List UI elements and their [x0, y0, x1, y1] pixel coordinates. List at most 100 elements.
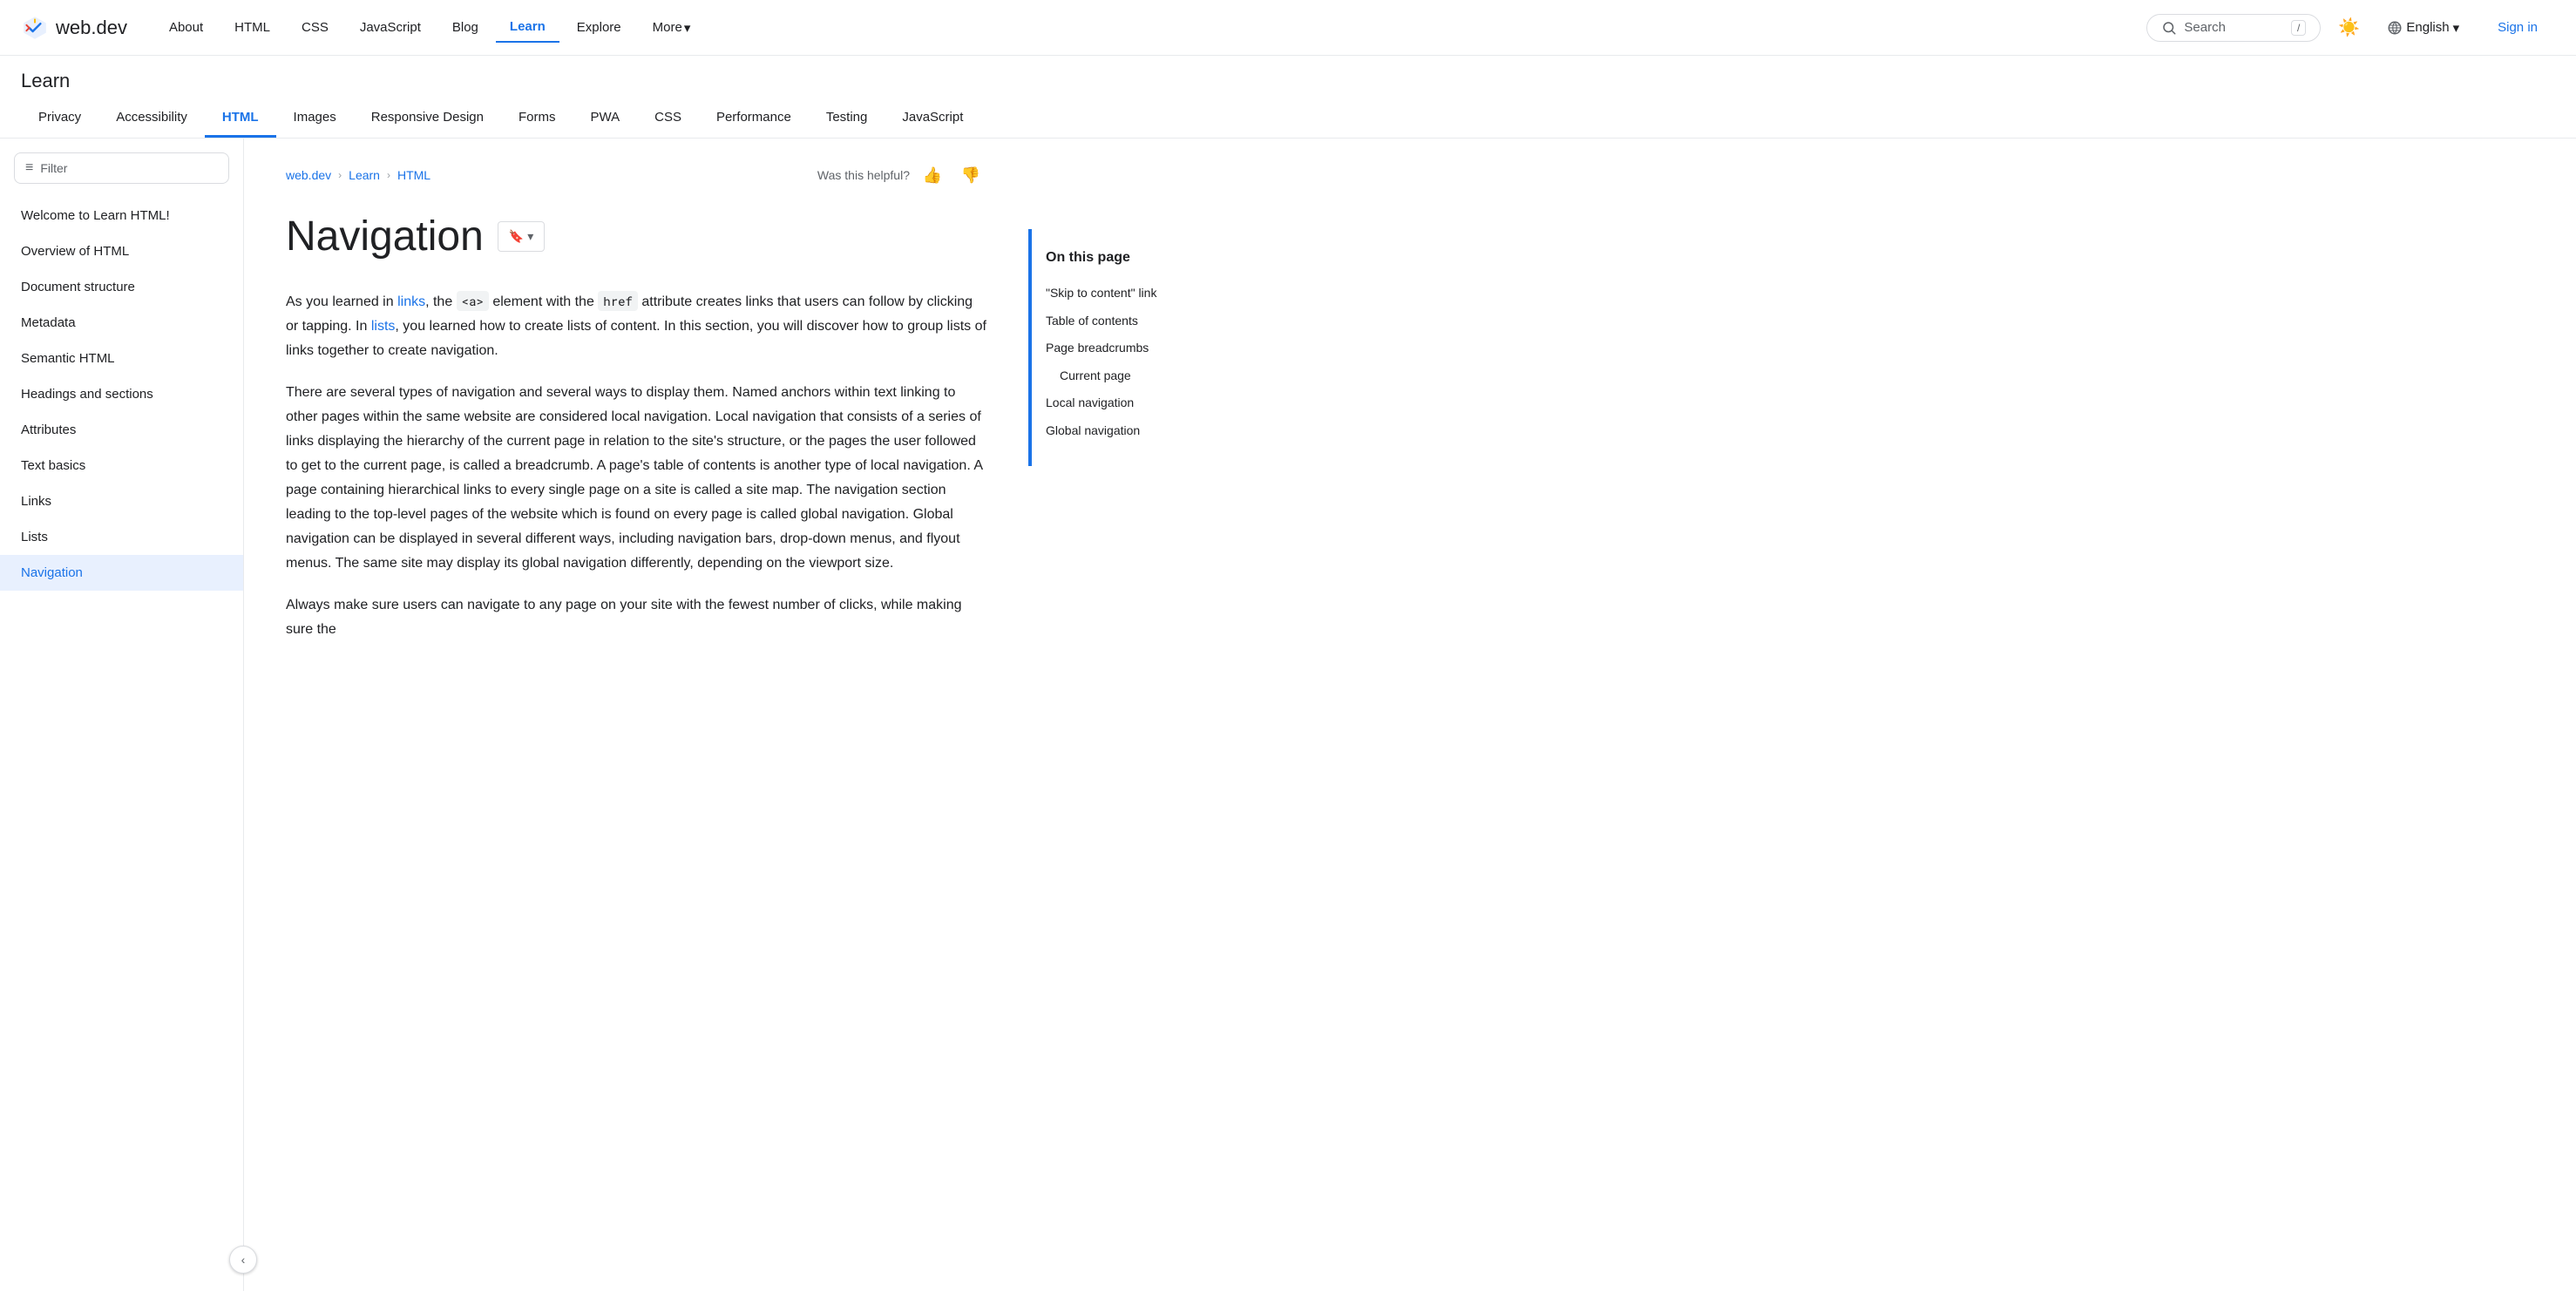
learn-tabs: Privacy Accessibility HTML Images Respon…	[21, 99, 2555, 138]
bookmark-dropdown-icon: ▾	[527, 229, 533, 244]
toc-item-page-breadcrumbs[interactable]: Page breadcrumbs	[1046, 335, 1241, 362]
top-navigation: web.dev About HTML CSS JavaScript Blog L…	[0, 0, 2576, 56]
nav-more[interactable]: More	[639, 13, 705, 43]
breadcrumb-webdev[interactable]: web.dev	[286, 168, 331, 182]
toc-item-local-navigation[interactable]: Local navigation	[1046, 389, 1241, 417]
links-link[interactable]: links	[397, 294, 425, 309]
toc-item-current-page[interactable]: Current page	[1046, 362, 1241, 390]
sidebar-item-navigation[interactable]: Navigation	[0, 555, 243, 591]
nav-explore[interactable]: Explore	[563, 13, 635, 42]
language-dropdown-icon	[2453, 20, 2460, 36]
filter-bar[interactable]: ≡ Filter	[14, 152, 229, 184]
logo-text: web.dev	[56, 17, 127, 39]
nav-links: About HTML CSS JavaScript Blog Learn Exp…	[155, 12, 2146, 43]
nav-learn[interactable]: Learn	[496, 12, 559, 43]
toc-item-table-of-contents[interactable]: Table of contents	[1046, 308, 1241, 335]
tab-images[interactable]: Images	[276, 99, 354, 138]
toc-link-skip-to-content[interactable]: "Skip to content" link	[1046, 286, 1156, 300]
content-area: web.dev › Learn › HTML Was this helpful?…	[244, 139, 1028, 1291]
nav-javascript[interactable]: JavaScript	[346, 13, 435, 42]
breadcrumb-actions: Was this helpful? 👍 👎	[817, 159, 986, 191]
bookmark-icon: 🔖	[509, 229, 524, 244]
breadcrumb-learn[interactable]: Learn	[349, 168, 380, 182]
article-paragraph-3: Always make sure users can navigate to a…	[286, 593, 986, 642]
toc-link-local-navigation[interactable]: Local navigation	[1046, 395, 1134, 409]
sidebar-item-lists[interactable]: Lists	[0, 519, 243, 555]
sidebar-list: Welcome to Learn HTML! Overview of HTML …	[0, 198, 243, 591]
globe-icon	[2387, 20, 2403, 36]
helpful-text: Was this helpful?	[817, 168, 910, 182]
a-tag-code: <a>	[457, 291, 489, 311]
main-layout: ≡ Filter Welcome to Learn HTML! Overview…	[0, 139, 2576, 1291]
on-this-page-panel: On this page "Skip to content" link Tabl…	[1028, 229, 1255, 466]
tab-forms[interactable]: Forms	[501, 99, 573, 138]
nav-right: Search / ☀️ English Sign in	[2146, 10, 2555, 45]
logo-link[interactable]: web.dev	[21, 14, 127, 42]
theme-toggle-button[interactable]: ☀️	[2331, 10, 2366, 45]
sidebar-item-attributes[interactable]: Attributes	[0, 412, 243, 448]
sidebar-item-overview[interactable]: Overview of HTML	[0, 233, 243, 269]
learn-title: Learn	[21, 56, 2555, 99]
on-this-page-title: On this page	[1046, 250, 1241, 266]
tab-testing[interactable]: Testing	[809, 99, 885, 138]
sidebar-collapse-button[interactable]: ‹	[229, 1246, 257, 1274]
learn-subnav: Learn Privacy Accessibility HTML Images …	[0, 56, 2576, 139]
language-button[interactable]: English	[2376, 15, 2470, 41]
logo-icon	[21, 14, 49, 42]
search-bar[interactable]: Search /	[2146, 14, 2321, 42]
breadcrumb-sep-2: ›	[387, 169, 390, 181]
page-title: Navigation	[286, 212, 484, 262]
sidebar-item-semantic-html[interactable]: Semantic HTML	[0, 341, 243, 376]
page-title-row: Navigation 🔖 ▾	[286, 212, 986, 262]
sidebar-item-text-basics[interactable]: Text basics	[0, 448, 243, 483]
nav-html[interactable]: HTML	[220, 13, 284, 42]
thumbs-down-button[interactable]: 👎	[955, 159, 986, 191]
sidebar-item-welcome[interactable]: Welcome to Learn HTML!	[0, 198, 243, 233]
thumbs-up-button[interactable]: 👍	[917, 159, 948, 191]
tab-pwa[interactable]: PWA	[573, 99, 637, 138]
toc-link-page-breadcrumbs[interactable]: Page breadcrumbs	[1046, 341, 1149, 355]
nav-css[interactable]: CSS	[288, 13, 342, 42]
breadcrumb-sep-1: ›	[338, 169, 342, 181]
toc-list: "Skip to content" link Table of contents…	[1046, 280, 1241, 445]
filter-icon: ≡	[25, 160, 33, 176]
nav-about[interactable]: About	[155, 13, 217, 42]
tab-privacy[interactable]: Privacy	[21, 99, 98, 138]
thumbs-up-icon: 👍	[923, 166, 942, 185]
sidebar: ≡ Filter Welcome to Learn HTML! Overview…	[0, 139, 244, 1291]
href-code: href	[598, 291, 638, 311]
right-panel-container: On this page "Skip to content" link Tabl…	[1028, 139, 1272, 1291]
toc-link-global-navigation[interactable]: Global navigation	[1046, 423, 1140, 437]
sun-icon: ☀️	[2338, 17, 2360, 38]
filter-placeholder: Filter	[40, 161, 67, 175]
article-paragraph-1: As you learned in links, the <a> element…	[286, 290, 986, 363]
thumbs-down-icon: 👎	[961, 166, 980, 185]
language-label: English	[2406, 20, 2449, 35]
toc-link-table-of-contents[interactable]: Table of contents	[1046, 314, 1138, 328]
tab-javascript[interactable]: JavaScript	[885, 99, 980, 138]
tab-performance[interactable]: Performance	[699, 99, 809, 138]
toc-item-skip-to-content[interactable]: "Skip to content" link	[1046, 280, 1241, 308]
article-paragraph-2: There are several types of navigation an…	[286, 381, 986, 576]
search-icon	[2161, 20, 2177, 36]
search-shortcut: /	[2291, 20, 2306, 36]
sidebar-item-headings[interactable]: Headings and sections	[0, 376, 243, 412]
nav-blog[interactable]: Blog	[438, 13, 492, 42]
sidebar-item-links[interactable]: Links	[0, 483, 243, 519]
sign-in-button[interactable]: Sign in	[2480, 13, 2555, 42]
toc-link-current-page[interactable]: Current page	[1060, 368, 1131, 382]
more-dropdown-icon	[684, 20, 691, 36]
tab-css[interactable]: CSS	[637, 99, 699, 138]
sidebar-item-metadata[interactable]: Metadata	[0, 305, 243, 341]
lists-link[interactable]: lists	[371, 319, 396, 334]
tab-html[interactable]: HTML	[205, 99, 276, 138]
breadcrumb: web.dev › Learn › HTML Was this helpful?…	[286, 159, 986, 191]
search-placeholder: Search	[2184, 20, 2284, 35]
tab-accessibility[interactable]: Accessibility	[98, 99, 205, 138]
toc-item-global-navigation[interactable]: Global navigation	[1046, 417, 1241, 445]
bookmark-button[interactable]: 🔖 ▾	[498, 221, 545, 252]
breadcrumb-html[interactable]: HTML	[397, 168, 430, 182]
tab-responsive-design[interactable]: Responsive Design	[354, 99, 501, 138]
sidebar-item-document-structure[interactable]: Document structure	[0, 269, 243, 305]
chevron-left-icon: ‹	[241, 1253, 246, 1267]
